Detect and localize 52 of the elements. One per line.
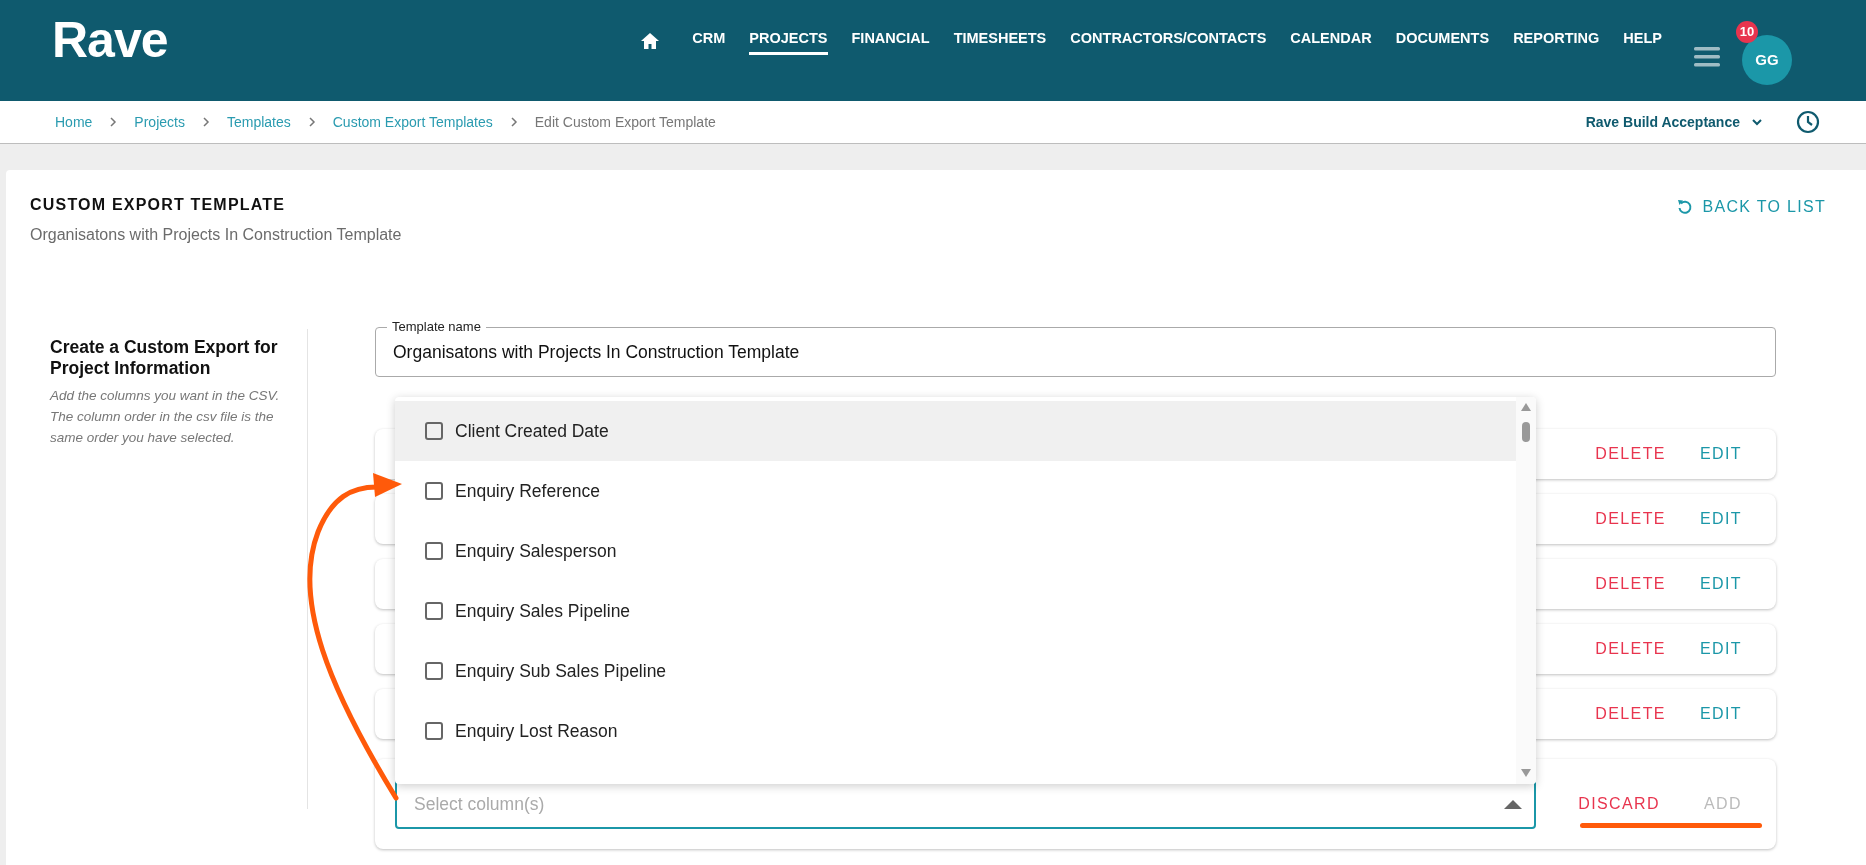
option-label: Client Created Date <box>455 420 609 442</box>
menu-icon[interactable] <box>1694 44 1720 67</box>
checkbox[interactable] <box>425 602 443 620</box>
chevron-down-icon <box>1752 118 1762 126</box>
breadcrumb-current: Edit Custom Export Template <box>534 114 716 130</box>
page-title: CUSTOM EXPORT TEMPLATE <box>30 196 287 214</box>
nav-tab[interactable]: PROJECTS <box>749 26 828 55</box>
nav-tab[interactable]: CALENDAR <box>1290 26 1372 55</box>
section-heading: Create a Custom Export for Project Information <box>50 337 279 379</box>
notification-badge: 10 <box>1736 20 1758 43</box>
undo-icon <box>1676 199 1693 215</box>
dropdown-option[interactable]: Enquiry Reference <box>395 461 1516 521</box>
option-label: Enquiry Lost Reason <box>455 720 618 742</box>
nav-tab[interactable]: CONTRACTORS/CONTACTS <box>1070 26 1267 55</box>
delete-button[interactable]: DELETE <box>1595 510 1666 528</box>
nav-tab[interactable]: REPORTING <box>1513 26 1600 55</box>
dropdown-option[interactable]: Enquiry Sub Sales Pipeline <box>395 641 1516 701</box>
option-label: Enquiry Salesperson <box>455 540 617 562</box>
nav-tab[interactable]: DOCUMENTS <box>1395 26 1490 55</box>
checkbox[interactable] <box>425 662 443 680</box>
nav-tab[interactable]: FINANCIAL <box>851 26 930 55</box>
checkbox[interactable] <box>425 422 443 440</box>
app-logo[interactable]: Rave <box>52 14 168 65</box>
checkbox[interactable] <box>425 542 443 560</box>
checkbox[interactable] <box>425 722 443 740</box>
scrollbar-drawing[interactable] <box>1516 397 1536 784</box>
clock-icon[interactable] <box>1796 110 1820 134</box>
chevron-right-icon <box>307 117 316 127</box>
nav-tab[interactable]: TIMESHEETS <box>953 26 1047 55</box>
nav-tab[interactable]: CRM <box>692 26 726 55</box>
nav-tab[interactable]: HELP <box>1623 26 1662 55</box>
discard-button[interactable]: DISCARD <box>1578 795 1660 813</box>
chevron-right-icon <box>509 117 518 127</box>
option-label: Enquiry Sales Pipeline <box>455 600 631 622</box>
delete-button[interactable]: DELETE <box>1595 640 1666 658</box>
dropdown-option[interactable]: Enquiry Salesperson <box>395 521 1516 581</box>
option-label: Enquiry Sub Sales Pipeline <box>455 660 667 682</box>
dropdown-option[interactable]: Enquiry Sales Pipeline <box>395 581 1516 641</box>
delete-button[interactable]: DELETE <box>1595 575 1666 593</box>
caret-up-icon[interactable] <box>1504 799 1522 809</box>
delete-button[interactable]: DELETE <box>1595 705 1666 723</box>
chevron-right-icon <box>201 117 210 127</box>
dropdown-option[interactable]: Client Created Date <box>395 401 1516 461</box>
dropdown-option[interactable]: Enquiry Lost Reason <box>395 701 1516 761</box>
home-icon[interactable] <box>640 31 661 50</box>
page-subtitle: Organisatons with Projects In Construction Template <box>30 226 402 244</box>
checkbox[interactable] <box>425 482 443 500</box>
delete-button[interactable]: DELETE <box>1595 445 1666 463</box>
section-description: Add the columns you want in the CSV. The column order in the csv file is the same order you have selected. <box>50 387 281 447</box>
chevron-right-icon <box>109 117 118 127</box>
option-label: Enquiry Reference <box>455 480 600 502</box>
workspace-selector[interactable]: Rave Build Acceptance <box>1579 113 1768 131</box>
